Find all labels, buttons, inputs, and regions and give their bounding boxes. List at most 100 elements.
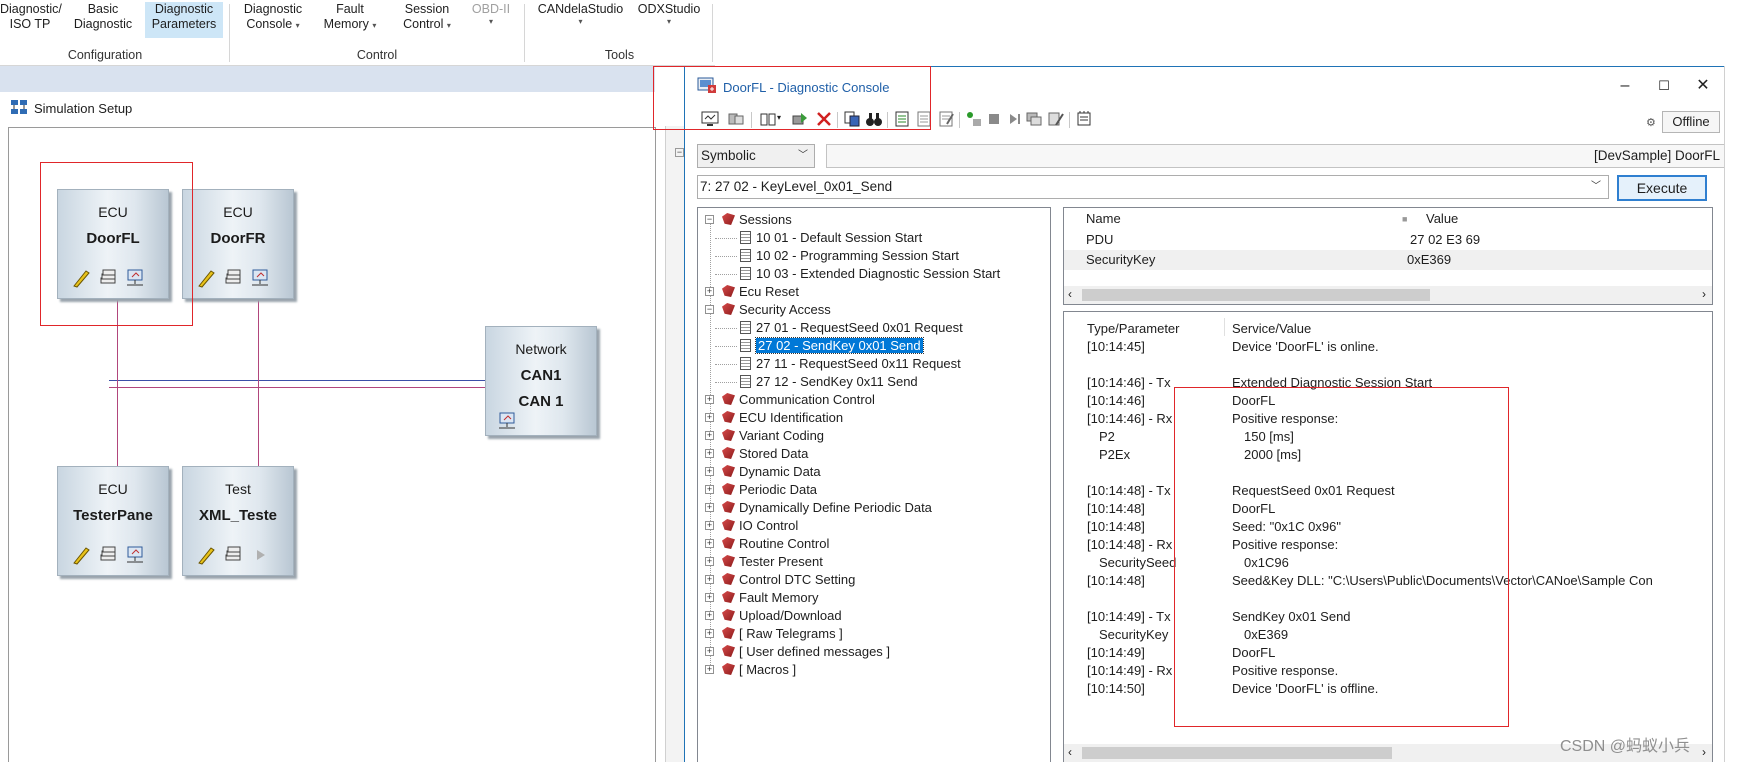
tree-folder-item[interactable]: + Periodic Data (698, 481, 817, 498)
log-row[interactable]: [10:14:46] - Rx Positive response: (1064, 410, 1712, 428)
tree-service-item[interactable]: 27 02 - SendKey 0x01 Send (740, 337, 924, 354)
stop-icon[interactable] (985, 110, 1003, 128)
log-row[interactable]: [10:14:48] - Rx Positive response: (1064, 536, 1712, 554)
layers-icon[interactable] (1025, 110, 1043, 128)
pencil-icon[interactable] (70, 545, 92, 565)
sparkle-icon[interactable] (965, 110, 983, 128)
stack-icon[interactable] (97, 545, 119, 565)
ribbon-button-candelastudio[interactable]: CANdelaStudio ▾ (533, 2, 628, 38)
ribbon-button-odxstudio[interactable]: ODXStudio ▾ (632, 2, 706, 38)
tree-folder-item[interactable]: + Dynamically Define Periodic Data (698, 499, 932, 516)
node-ecu-doorfr[interactable]: ECU DoorFR (182, 189, 294, 299)
expand-icon[interactable]: + (705, 629, 714, 638)
delete-icon[interactable] (815, 110, 833, 128)
tree-folder-item[interactable]: + [ Macros ] (698, 661, 796, 678)
service-tree[interactable]: − Sessions 10 01 - Default Session Start 10… (697, 207, 1051, 762)
ribbon-button-diagnostic-parameters[interactable]: Diagnostic Parameters (145, 2, 223, 38)
pane-splitter[interactable]: − (665, 126, 684, 762)
pencil-icon[interactable] (195, 268, 217, 288)
log-row[interactable]: [10:14:50] Device 'DoorFL' is offline. (1064, 680, 1712, 698)
network-node-icon[interactable] (496, 411, 518, 431)
close-button[interactable]: ✕ (1685, 73, 1721, 99)
collapse-icon[interactable]: − (675, 148, 684, 157)
log-row[interactable]: [10:14:49] - Rx Positive response. (1064, 662, 1712, 680)
expand-icon[interactable]: + (705, 431, 714, 440)
scroll-right-icon[interactable]: › (1702, 287, 1706, 301)
tree-folder-item[interactable]: + Dynamic Data (698, 463, 821, 480)
tree-folder-item[interactable]: − Security Access (698, 301, 831, 318)
column-header-value[interactable]: Value (1426, 208, 1458, 230)
expand-icon[interactable]: + (705, 575, 714, 584)
node-ecu-testerpane[interactable]: ECU TesterPane (57, 466, 169, 576)
step-icon[interactable] (1005, 110, 1023, 128)
tree-folder-item[interactable]: + Stored Data (698, 445, 808, 462)
tree-service-item[interactable]: 27 11 - RequestSeed 0x11 Request (740, 355, 961, 372)
ribbon-button-fault-memory[interactable]: Fault Memory ▾ (314, 2, 386, 38)
node-test-xml-teste[interactable]: Test XML_Teste (182, 466, 294, 576)
tree-folder-item[interactable]: + Variant Coding (698, 427, 824, 444)
log-row[interactable] (1064, 590, 1712, 608)
expand-icon[interactable]: + (705, 287, 714, 296)
pdu-row[interactable]: SecurityKey 0xE369 (1064, 250, 1712, 270)
log-row[interactable]: [10:14:45] Device 'DoorFL' is online. (1064, 338, 1712, 356)
expand-icon[interactable]: + (705, 467, 714, 476)
expand-icon[interactable]: + (705, 413, 714, 422)
pencil-icon[interactable] (195, 545, 217, 565)
ribbon-button-diagnostic-console[interactable]: Diagnostic Console ▾ (236, 2, 310, 38)
log-row[interactable]: SecurityKey 0xE369 (1064, 626, 1712, 644)
ribbon-button-obd-ii[interactable]: OBD-II ▾ (466, 2, 516, 38)
collapse-icon[interactable]: − (705, 305, 714, 314)
scroll-left-icon[interactable]: ‹ (1068, 287, 1072, 301)
log-row[interactable]: [10:14:48] DoorFL (1064, 500, 1712, 518)
monitor-icon[interactable] (701, 110, 719, 128)
horizontal-scrollbar[interactable]: ‹ › (1064, 286, 1712, 304)
log-edit-icon[interactable] (937, 110, 955, 128)
tree-service-item[interactable]: 27 01 - RequestSeed 0x01 Request (740, 319, 963, 336)
expand-icon[interactable]: + (705, 665, 714, 674)
offline-button[interactable]: Offline (1662, 111, 1720, 133)
ribbon-button-session-control[interactable]: Session Control ▾ (392, 2, 462, 38)
tree-folder-item[interactable]: + Communication Control (698, 391, 875, 408)
log-row[interactable]: [10:14:48] Seed&Key DLL: "C:\Users\Public… (1064, 572, 1712, 590)
log-row[interactable]: [10:14:46] DoorFL (1064, 392, 1712, 410)
tree-folder-item[interactable]: + ECU Identification (698, 409, 843, 426)
tree-service-item[interactable]: 27 12 - SendKey 0x11 Send (740, 373, 918, 390)
log-row[interactable] (1064, 356, 1712, 374)
expand-icon[interactable]: + (705, 557, 714, 566)
pencil-icon[interactable] (70, 268, 92, 288)
scrollbar-thumb[interactable] (1082, 289, 1430, 301)
tree-folder-item[interactable]: + [ User defined messages ] (698, 643, 890, 660)
node-ecu-doorfl[interactable]: ECU DoorFL (57, 189, 169, 299)
column-header-type[interactable]: Type/Parameter (1087, 320, 1180, 338)
clear-icon[interactable] (1047, 110, 1065, 128)
pdu-row[interactable]: PDU 27 02 E3 69 (1064, 230, 1712, 250)
tree-folder-item[interactable]: + Ecu Reset (698, 283, 799, 300)
expand-icon[interactable]: + (705, 485, 714, 494)
column-header-name[interactable]: Name (1086, 208, 1121, 230)
tree-folder-item[interactable]: + Fault Memory (698, 589, 818, 606)
scroll-right-icon[interactable]: › (1702, 745, 1706, 759)
ribbon-button-diagnostic-iso-tp[interactable]: Diagnostic/ ISO TP (0, 2, 62, 38)
stack-icon[interactable] (222, 268, 244, 288)
scrollbar-thumb[interactable] (1082, 747, 1392, 759)
log-row[interactable]: P2Ex 2000 [ms] (1064, 446, 1712, 464)
expand-icon[interactable]: + (705, 521, 714, 530)
log-row[interactable]: [10:14:49] - Tx SendKey 0x01 Send (1064, 608, 1712, 626)
expand-icon[interactable]: + (705, 593, 714, 602)
collapse-icon[interactable]: − (705, 215, 714, 224)
tree-folder-item[interactable]: + IO Control (698, 517, 798, 534)
tree-service-item[interactable]: 10 02 - Programming Session Start (740, 247, 959, 264)
log-gray-icon[interactable] (915, 110, 933, 128)
connect-icon[interactable] (727, 110, 745, 128)
column-header-service[interactable]: Service/Value (1232, 320, 1311, 338)
log-green-icon[interactable] (893, 110, 911, 128)
stack-icon[interactable] (97, 268, 119, 288)
copy-icon[interactable] (843, 110, 861, 128)
expand-icon[interactable]: + (705, 647, 714, 656)
play-icon[interactable] (249, 545, 271, 565)
network-node-icon[interactable] (124, 545, 146, 565)
network-node-icon[interactable] (249, 268, 271, 288)
symbolic-select[interactable]: Symbolic ﹀ (697, 144, 815, 168)
minimize-button[interactable]: – (1607, 73, 1643, 99)
log-row[interactable]: [10:14:48] Seed: "0x1C 0x96" (1064, 518, 1712, 536)
